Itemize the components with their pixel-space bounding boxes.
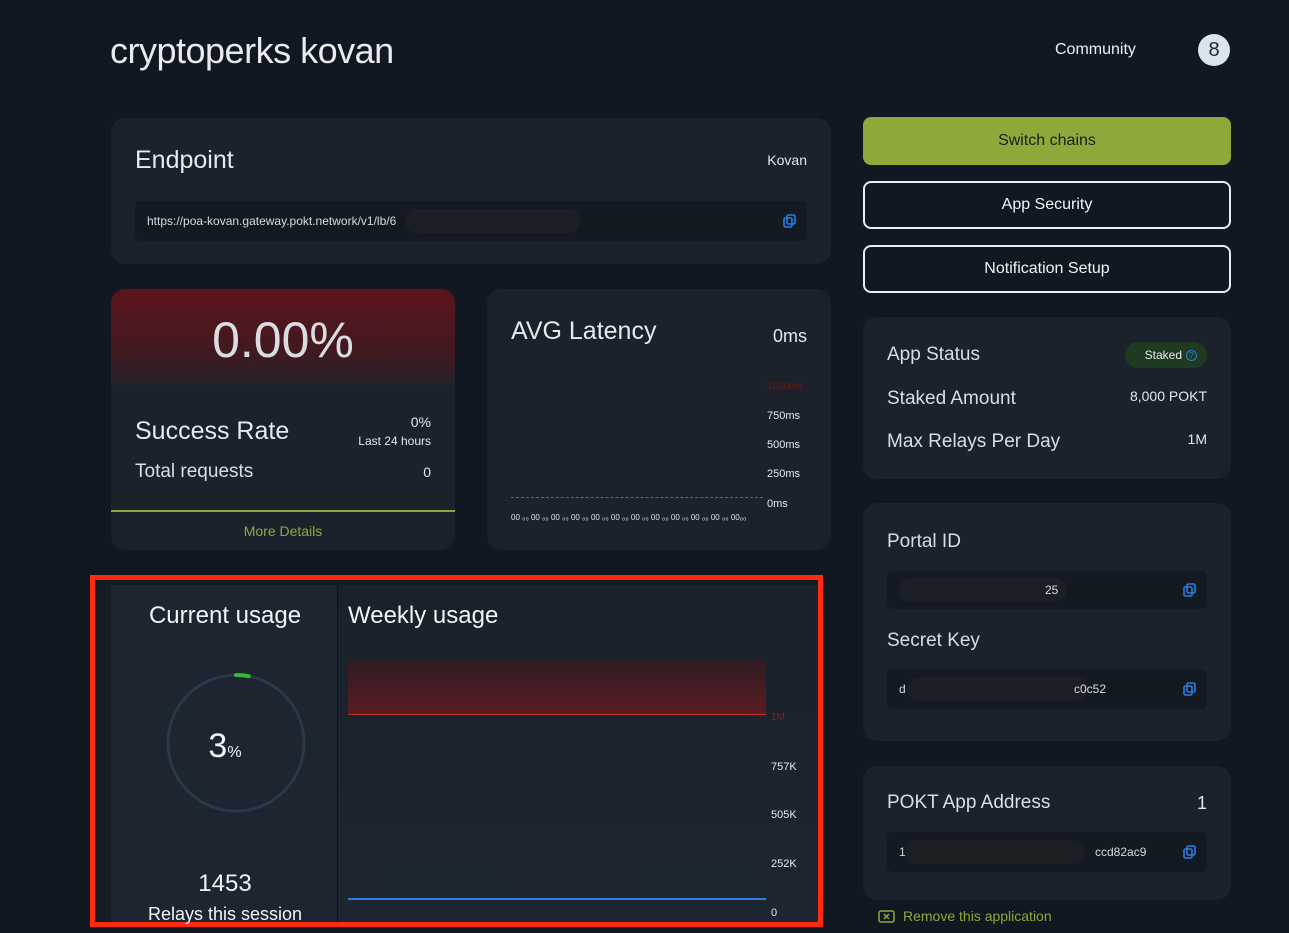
staked-amount-value: 8,000 POKT: [1129, 388, 1207, 404]
success-percent: 0.00%: [212, 312, 354, 368]
current-usage-section: Current usage 3% 1453 Relays this sessio…: [111, 585, 339, 924]
current-usage-title: Current usage: [148, 602, 302, 629]
keys-card: Portal ID 0102403 25 Secret Key d c0c52: [863, 503, 1231, 741]
weekly-tick: 252K: [771, 858, 797, 870]
portal-id-field[interactable]: 0102403 25: [887, 571, 1207, 609]
usage-percent-sign: %: [227, 744, 242, 761]
latency-value: 0ms: [772, 326, 807, 346]
avatar[interactable]: 8: [1198, 34, 1230, 66]
weekly-usage-title: Weekly usage: [348, 602, 499, 629]
success-rate-card: 0.00% Success Rate 0% Last 24 hours Tota…: [111, 289, 455, 550]
weekly-tick: 1M: [771, 712, 785, 723]
usage-percent: 3: [208, 727, 228, 765]
usage-percent-wrap: 3%: [111, 727, 339, 766]
endpoint-title: Endpoint: [135, 146, 234, 174]
chain-name: Kovan: [767, 152, 807, 168]
app-address-field[interactable]: 1 ccd82ac9: [887, 832, 1207, 872]
latency-tick: 1000ms: [767, 381, 803, 392]
help-icon[interactable]: ?: [1186, 349, 1197, 361]
weekly-tick: 0: [771, 907, 778, 919]
portal-id-label: Portal ID: [887, 531, 961, 552]
usage-panel: Current usage 3% 1453 Relays this sessio…: [90, 575, 823, 927]
latency-card: AVG Latency 0ms 1000ms 750ms 500ms 250ms…: [487, 289, 831, 550]
remove-application-text: Remove this application: [903, 908, 1052, 924]
success-period: Last 24 hours: [358, 434, 431, 448]
switch-chains-button[interactable]: Switch chains: [863, 117, 1231, 165]
redacted-mark: [405, 209, 580, 233]
latency-line: [511, 497, 763, 498]
redacted-mark: [899, 578, 1067, 602]
portal-id-suffix: 25: [1045, 583, 1059, 597]
app-status-card: App Status Staked ? Staked Amount 8,000 …: [863, 317, 1231, 479]
app-address-card: POKT App Address 1 1 ccd82ac9: [863, 766, 1231, 900]
weekly-usage-section: Weekly usage 1M 757K 505K 252K 0: [337, 585, 818, 922]
success-title: Success Rate: [135, 417, 290, 445]
secret-key-value: d: [899, 682, 906, 696]
endpoint-card: Endpoint Kovan https://poa-kovan.gateway…: [111, 118, 831, 264]
status-badge-text: Staked: [1144, 348, 1182, 362]
relays-count: 1453: [198, 870, 252, 897]
notification-setup-button[interactable]: Notification Setup: [863, 245, 1231, 293]
redacted-mark: [905, 840, 1085, 864]
relays-label: Relays this session: [147, 904, 303, 924]
latency-tick: 250ms: [767, 468, 801, 480]
copy-icon[interactable]: [1183, 583, 1197, 597]
app-address-label: POKT App Address: [887, 792, 1051, 813]
endpoint-url: https://poa-kovan.gateway.pokt.network/v…: [147, 214, 397, 228]
redacted-mark: [907, 677, 1089, 701]
app-address-suffix: ccd82ac9: [1095, 845, 1147, 859]
latency-title: AVG Latency: [511, 317, 657, 345]
avatar-icon: 8: [1208, 38, 1220, 61]
weekly-tick: 757K: [771, 761, 797, 773]
app-title: cryptoperks kovan: [110, 30, 394, 71]
weekly-tick: 505K: [771, 809, 797, 821]
remove-application-link[interactable]: Remove this application: [878, 908, 1052, 924]
max-relays-value: 1M: [1187, 431, 1207, 447]
latency-tick: 0ms: [767, 498, 788, 510]
endpoint-url-field[interactable]: https://poa-kovan.gateway.pokt.network/v…: [135, 201, 807, 241]
success-divider: [111, 510, 455, 512]
staked-amount-label: Staked Amount: [887, 388, 1016, 409]
latency-tick: 500ms: [767, 439, 801, 451]
community-link[interactable]: Community: [1055, 41, 1136, 59]
total-requests-value: 0: [423, 464, 431, 480]
more-details-link[interactable]: More Details: [111, 523, 455, 539]
remove-icon: [878, 909, 895, 923]
weekly-limit-line: [348, 714, 766, 715]
weekly-usage-line: [348, 898, 766, 900]
max-relays-label: Max Relays Per Day: [887, 431, 1061, 452]
copy-icon[interactable]: [1183, 682, 1197, 696]
app-address-count: 1: [1196, 793, 1207, 813]
latency-tick: 750ms: [767, 410, 801, 422]
success-rate-value: 0%: [410, 414, 431, 430]
latency-x-labels: 00 ₀₀ 00 ₀₀ 00 ₀₀ 00 ₀₀ 00 ₀₀ 00 ₀₀ 00 ₀…: [511, 513, 747, 522]
secret-key-label: Secret Key: [887, 630, 980, 651]
status-badge: Staked ?: [1124, 342, 1207, 368]
secret-key-suffix: c0c52: [1074, 682, 1107, 696]
weekly-limit-zone: [348, 660, 766, 714]
copy-icon[interactable]: [783, 214, 797, 228]
total-requests-label: Total requests: [135, 461, 254, 482]
secret-key-field[interactable]: d c0c52: [887, 669, 1207, 709]
app-status-label: App Status: [887, 344, 980, 365]
copy-icon[interactable]: [1183, 845, 1197, 859]
app-security-button[interactable]: App Security: [863, 181, 1231, 229]
